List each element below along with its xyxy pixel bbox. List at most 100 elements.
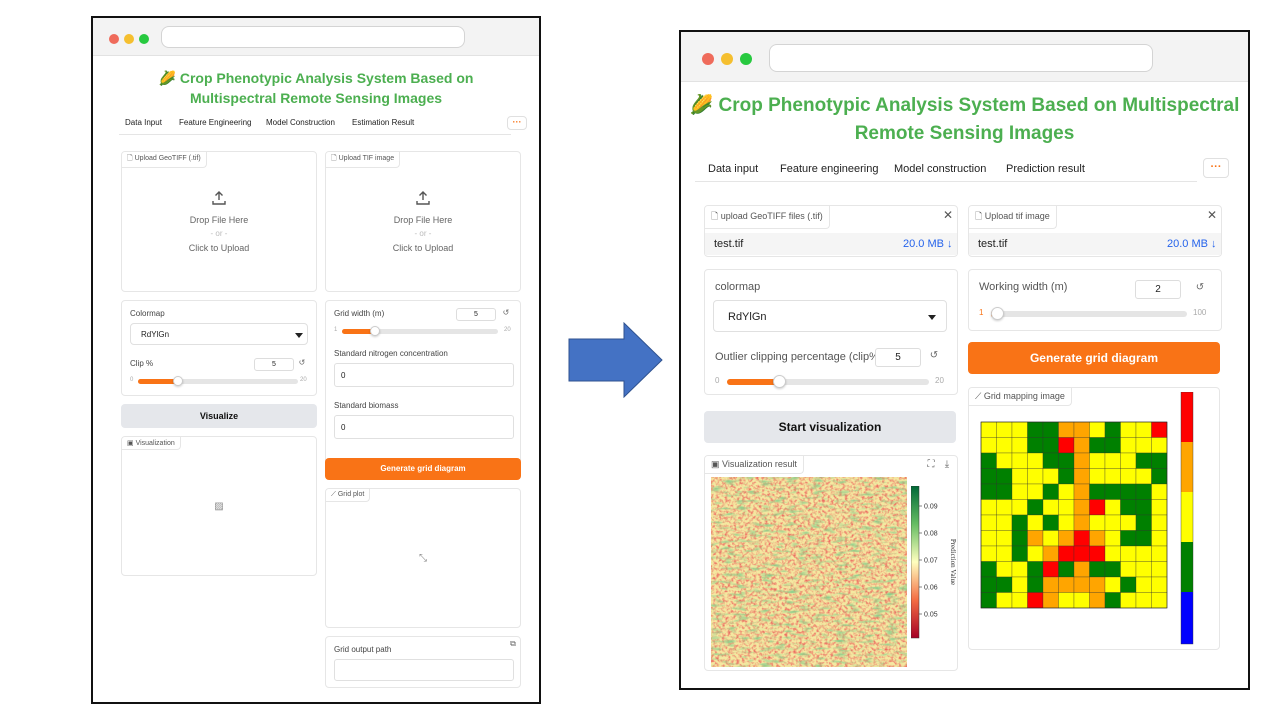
page-title: 🌽 Crop Phenotypic Analysis System Based …	[689, 95, 1240, 144]
grid-params-panel: Grid width (m) 5 ↺ 1 20 Standard nitroge…	[325, 300, 521, 464]
file-size-download[interactable]: 20.0 MB ↓	[903, 238, 953, 250]
grid-cell	[1135, 437, 1152, 454]
grid-width-slider[interactable]	[342, 326, 498, 336]
grid-cell	[1042, 545, 1059, 562]
click-upload-text: Click to Upload	[188, 243, 250, 253]
upload-geotiff-panel[interactable]: 🗋 upload GeoTIFF files (.tif) ✕ test.tif…	[704, 205, 958, 257]
grid-cell	[1042, 483, 1059, 500]
file-name[interactable]: test.tif	[978, 238, 1007, 250]
grid-cell	[1042, 561, 1059, 578]
minimize-dot[interactable]	[721, 53, 733, 65]
clip-min: 0	[715, 376, 720, 385]
file-size-download[interactable]: 20.0 MB ↓	[1167, 238, 1217, 250]
reset-icon[interactable]: ↺	[927, 350, 941, 361]
grid-cell	[1151, 452, 1168, 469]
grid-cell	[1135, 514, 1152, 531]
more-button[interactable]: ···	[1203, 158, 1229, 178]
biomass-input[interactable]: 0	[334, 415, 514, 439]
upload-geotiff-panel[interactable]: 🗋 Upload GeoTIFF (.tif) Drop File Here -…	[121, 151, 317, 292]
corn-icon: 🌽	[689, 95, 714, 116]
visualize-button[interactable]: Visualize	[121, 404, 317, 428]
file-name[interactable]: test.tif	[714, 238, 743, 250]
reset-icon[interactable]: ↺	[296, 358, 308, 367]
more-button[interactable]: ···	[507, 116, 527, 130]
grid-cell	[1089, 452, 1106, 469]
address-bar[interactable]	[769, 44, 1153, 72]
tab-prediction-result[interactable]: Prediction result	[1006, 163, 1085, 175]
colorbar-tick-label: 0.07	[924, 558, 938, 565]
tab-data-input[interactable]: Data input	[708, 163, 758, 175]
grid-cell	[1120, 561, 1137, 578]
colormap-select[interactable]: RdYlGn	[713, 300, 947, 332]
grid-cell	[1027, 545, 1044, 562]
grid-cell	[1120, 483, 1137, 500]
clip-slider[interactable]	[727, 375, 929, 388]
close-dot[interactable]	[109, 34, 119, 44]
upload-tif-panel[interactable]: 🗋 Upload tif image ✕ test.tif 20.0 MB ↓	[968, 205, 1222, 257]
maximize-dot[interactable]	[740, 53, 752, 65]
grid-cell	[1089, 468, 1106, 485]
grid-cell	[1073, 530, 1090, 547]
colorbar: 0.09 0.08 0.07 0.06 0.05 Prediction Value	[911, 486, 957, 639]
chart-icon: ⟋	[975, 391, 984, 401]
maximize-dot[interactable]	[139, 34, 149, 44]
reset-icon[interactable]: ↺	[500, 308, 512, 317]
grid-cell	[1073, 545, 1090, 562]
tab-model-construction[interactable]: Model Construction	[266, 118, 335, 127]
tab-feature-engineering[interactable]: Feature Engineering	[179, 118, 252, 127]
grid-cell	[1073, 437, 1090, 454]
start-visualization-button[interactable]: Start visualization	[704, 411, 956, 443]
grid-cell	[1135, 468, 1152, 485]
grid-cell	[980, 530, 997, 547]
clip-value-input[interactable]: 5	[254, 358, 294, 371]
grid-mapping-panel: ⟋ Grid mapping image	[968, 387, 1220, 650]
grid-cell	[1011, 468, 1028, 485]
copy-icon[interactable]: ⧉	[508, 639, 518, 649]
grid-cell	[996, 421, 1013, 438]
grid-cell	[980, 561, 997, 578]
generate-grid-button[interactable]: Generate grid diagram	[968, 342, 1220, 374]
grid-output-input[interactable]	[334, 659, 514, 681]
grid-cell	[1089, 421, 1106, 438]
working-width-input[interactable]: 2	[1135, 280, 1181, 299]
tab-feature-engineering[interactable]: Feature engineering	[780, 163, 878, 175]
close-icon[interactable]: ✕	[1205, 208, 1219, 222]
file-icon: 🗋	[711, 211, 721, 221]
grid-width-input[interactable]: 5	[456, 308, 496, 321]
clip-value-input[interactable]: 5	[875, 348, 921, 367]
minimize-dot[interactable]	[124, 34, 134, 44]
grid-width-slider-handle[interactable]	[370, 326, 380, 336]
click-upload-text: Click to Upload	[392, 243, 454, 253]
grid-cell	[996, 437, 1013, 454]
grid-cell	[1120, 592, 1137, 609]
working-width-slider-handle[interactable]	[991, 307, 1004, 320]
grid-cell	[1073, 483, 1090, 500]
close-dot[interactable]	[702, 53, 714, 65]
grid-cell	[1151, 514, 1168, 531]
upload-geotiff-label: 🗋 Upload GeoTIFF (.tif)	[122, 152, 207, 168]
colormap-select[interactable]: RdYlGn	[130, 323, 308, 345]
grid-cell	[980, 468, 997, 485]
grid-cell	[1104, 452, 1121, 469]
reset-icon[interactable]: ↺	[1193, 282, 1207, 293]
upload-tif-panel[interactable]: 🗋 Upload TIF image Drop File Here - or -…	[325, 151, 521, 292]
grid-cell	[1027, 421, 1044, 438]
grid-mapping-label: ⟋ Grid mapping image	[969, 388, 1072, 406]
fullscreen-icon[interactable]: ⛶	[925, 459, 937, 470]
address-bar[interactable]	[161, 26, 465, 48]
close-icon[interactable]: ✕	[941, 208, 955, 222]
nitrogen-input[interactable]: 0	[334, 363, 514, 387]
grid-cell	[996, 468, 1013, 485]
tab-estimation-result[interactable]: Estimation Result	[352, 118, 414, 127]
grid-cell	[1120, 530, 1137, 547]
clip-slider-handle[interactable]	[773, 375, 786, 388]
working-width-slider[interactable]	[991, 307, 1187, 320]
grid-cell	[1135, 561, 1152, 578]
clip-slider-handle[interactable]	[173, 376, 183, 386]
tab-data-input[interactable]: Data Input	[125, 118, 162, 127]
clip-slider[interactable]	[138, 376, 298, 386]
download-icon[interactable]: ⤓	[941, 459, 953, 470]
grid-cell	[1027, 592, 1044, 609]
generate-grid-button[interactable]: Generate grid diagram	[325, 458, 521, 480]
tab-model-construction[interactable]: Model construction	[894, 163, 986, 175]
